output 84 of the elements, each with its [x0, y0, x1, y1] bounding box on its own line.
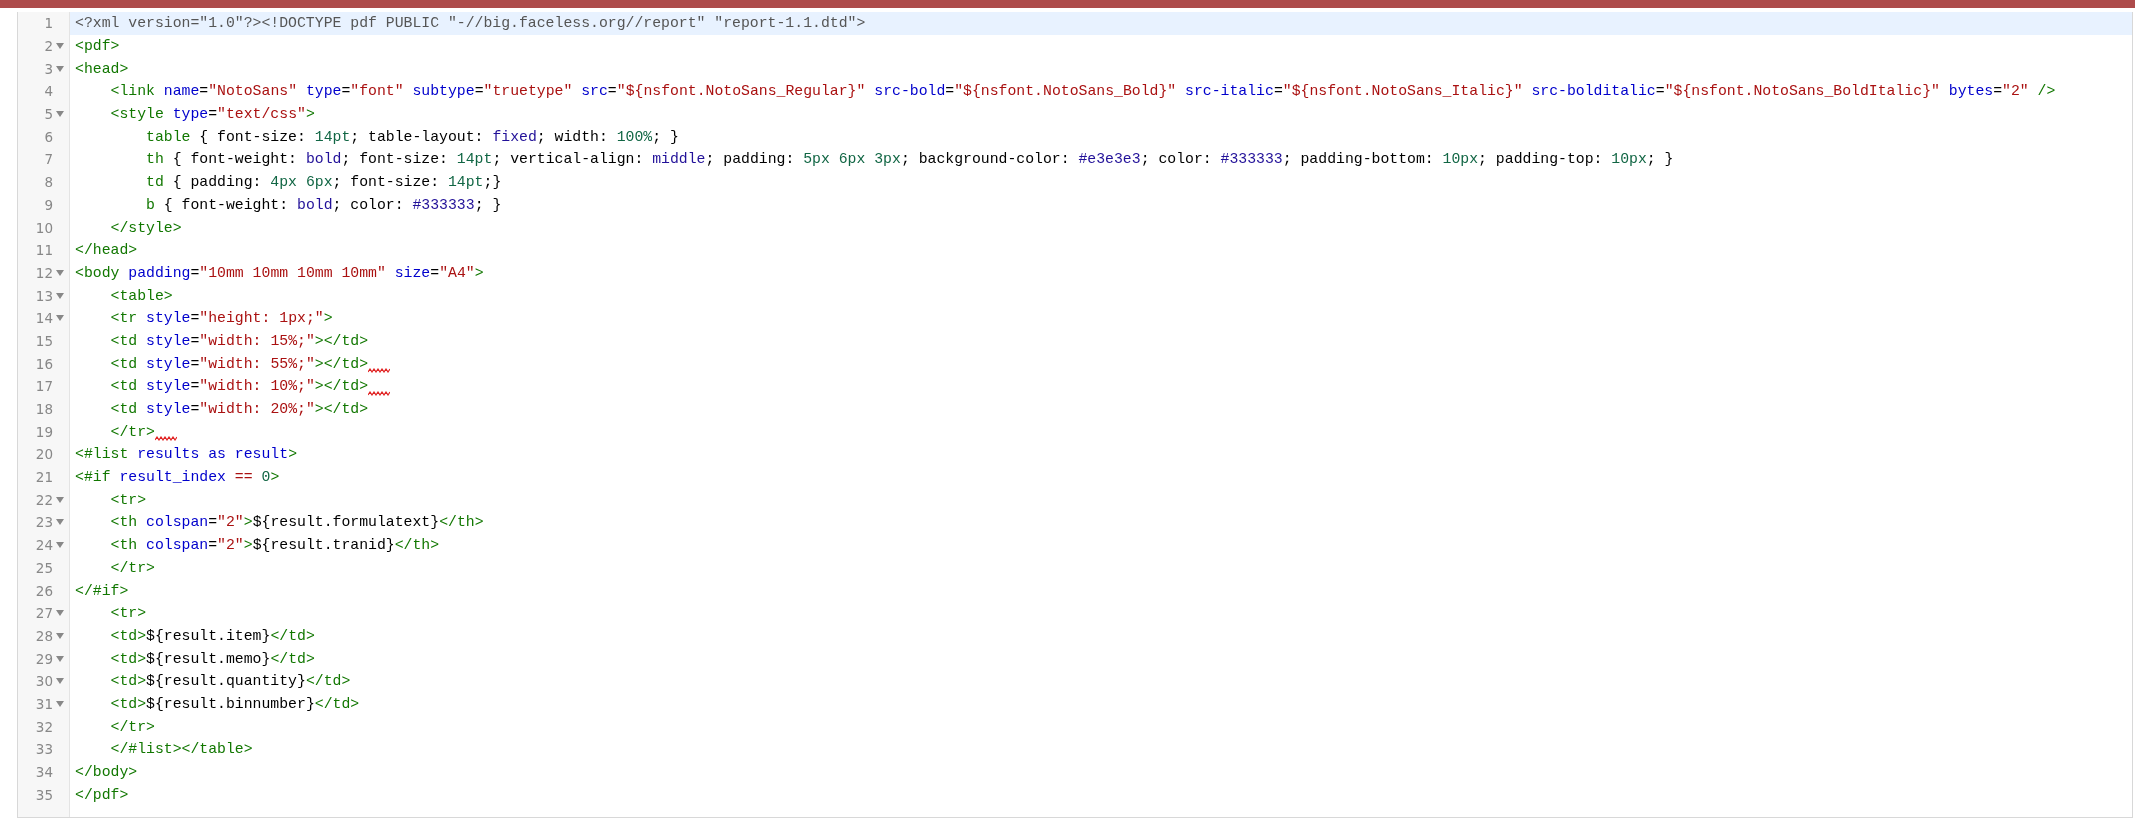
- line-number: 6: [44, 128, 53, 145]
- code-line: td { padding: 4px 6px; font-size: 14pt;}: [145, 173, 502, 193]
- line-number: 33: [35, 741, 53, 758]
- line-number: 2: [44, 38, 53, 55]
- line-number: 9: [44, 196, 53, 213]
- code-line: <td>${result.binnumber}</td>: [109, 694, 360, 714]
- code-line: b { font-weight: bold; color: #333333; }: [145, 195, 502, 215]
- code-line: </#if>: [75, 581, 129, 601]
- line-number: 23: [35, 514, 53, 531]
- code-line: <td>${result.item}</td>: [109, 626, 315, 646]
- code-line: <#list results as result>: [75, 445, 297, 465]
- line-number: 21: [35, 469, 53, 486]
- code-line: <body padding="10mm 10mm 10mm 10mm" size="A4">: [75, 263, 484, 283]
- fold-arrow-icon[interactable]: [56, 519, 64, 526]
- fold-arrow-icon[interactable]: [56, 655, 64, 662]
- line-number: 24: [35, 537, 53, 554]
- line-number: 29: [35, 650, 53, 667]
- code-line: <#if result_index == 0>: [75, 468, 280, 488]
- line-number: 17: [35, 378, 53, 395]
- line-number: 4: [44, 83, 53, 100]
- line-number: 20: [35, 446, 53, 463]
- line-number: 11: [35, 242, 53, 259]
- fold-arrow-icon[interactable]: [56, 269, 64, 276]
- code-line: <td style="width: 10%;"></td>: [109, 377, 369, 397]
- code-line: <link name="NotoSans" type="font" subtype="truetype" src="${nsfont.NotoSans_Regular}" src-bold="${nsfont.NotoSans_Bold}" src-italic="${nsfont.NotoSans_Italic}" src-bolditalic="${nsfont.NotoSans_BoldItalic}" bytes="2" />: [109, 82, 2056, 102]
- line-number: 26: [35, 582, 53, 599]
- code-line: <style type="text/css">: [109, 105, 315, 125]
- line-number: 3: [44, 60, 53, 77]
- code-line: <table>: [109, 286, 173, 306]
- code-line: </tr>: [109, 422, 155, 442]
- fold-arrow-icon[interactable]: [56, 678, 64, 685]
- line-number: 1: [44, 15, 53, 32]
- line-number: 22: [35, 491, 53, 508]
- code-line: <td>${result.memo}</td>: [109, 649, 315, 669]
- line-number: 27: [35, 605, 53, 622]
- fold-arrow-icon[interactable]: [56, 315, 64, 322]
- code-line: <th colspan="2">${result.formulatext}</th>: [109, 513, 484, 533]
- line-number: 19: [35, 423, 53, 440]
- line-number: 34: [35, 764, 53, 781]
- code-line: <td style="width: 20%;"></td>: [109, 400, 369, 420]
- code-line: </head>: [75, 241, 138, 261]
- line-number: 31: [35, 695, 53, 712]
- code-line: <tr style="height: 1px;">: [109, 309, 333, 329]
- fold-arrow-icon[interactable]: [56, 700, 64, 707]
- fold-arrow-icon[interactable]: [56, 111, 64, 118]
- fold-arrow-icon[interactable]: [56, 610, 64, 617]
- code-line: <pdf>: [75, 37, 120, 57]
- code-line: <tr>: [109, 604, 147, 624]
- code-line: table { font-size: 14pt; table-layout: fixed; width: 100%; }: [145, 127, 679, 147]
- code-line: </body>: [75, 763, 138, 783]
- code-line: <?xml version="1.0"?><!DOCTYPE pdf PUBLIC "-//big.faceless.org//report" "report-1.1.dtd">: [75, 14, 866, 34]
- code-line: <head>: [75, 59, 129, 79]
- line-number: 30: [35, 673, 53, 690]
- line-number: 10: [35, 219, 53, 236]
- code-line: </tr>: [109, 558, 155, 578]
- code-line: th { font-weight: bold; font-size: 14pt; vertical-align: middle; padding: 5px 6px 3px; background-color: #e3e3e3; color: #333333; padding-bottom: 10px; padding-top: 10px; }: [145, 150, 1674, 170]
- code-line: <td style="width: 15%;"></td>: [109, 331, 369, 351]
- code-line: </tr>: [109, 717, 155, 737]
- code-line: <td>${result.quantity}</td>: [109, 672, 351, 692]
- line-number: 28: [35, 627, 53, 644]
- code-line: <th colspan="2">${result.tranid}</th>: [109, 536, 440, 556]
- code-line: </#list></table>: [109, 740, 253, 760]
- fold-arrow-icon[interactable]: [56, 632, 64, 639]
- line-number: 8: [44, 174, 53, 191]
- code-line: </pdf>: [75, 785, 129, 805]
- line-number: 12: [35, 264, 53, 281]
- line-number: 15: [35, 332, 53, 349]
- code-line: </style>: [109, 218, 182, 238]
- fold-arrow-icon[interactable]: [56, 43, 64, 50]
- line-number: 18: [35, 401, 53, 418]
- line-number: 16: [35, 355, 53, 372]
- line-number: 35: [35, 786, 53, 803]
- fold-arrow-icon[interactable]: [56, 292, 64, 299]
- fold-arrow-icon[interactable]: [56, 496, 64, 503]
- code-line: <tr>: [109, 490, 147, 510]
- line-number: 5: [44, 106, 53, 123]
- line-number: 32: [35, 718, 53, 735]
- fold-arrow-icon[interactable]: [56, 65, 64, 72]
- line-number: 13: [35, 287, 53, 304]
- line-number: 14: [35, 310, 53, 327]
- code-line: <td style="width: 55%;"></td>: [109, 354, 369, 374]
- fold-arrow-icon[interactable]: [56, 542, 64, 549]
- line-number: 7: [44, 151, 53, 168]
- line-number: 25: [35, 559, 53, 576]
